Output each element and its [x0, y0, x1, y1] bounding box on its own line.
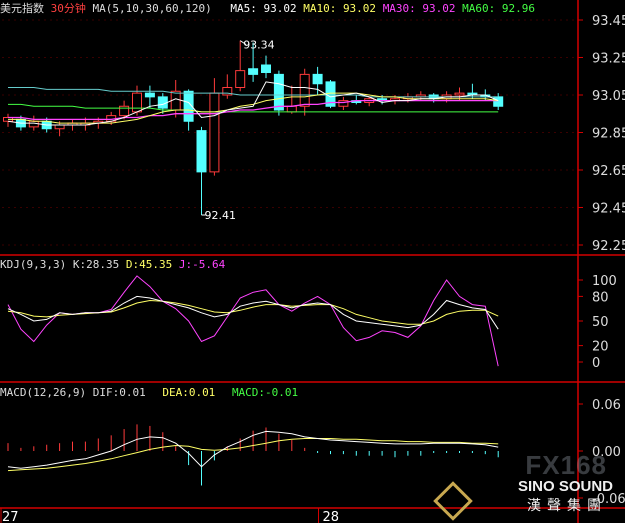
period-label[interactable]: 30分钟: [51, 2, 86, 15]
macd-tick-label: 0.06: [592, 398, 621, 413]
kdj-j-line: [7, 275, 499, 367]
candle-body: [196, 130, 207, 173]
ma30-value: MA30: 93.02: [382, 2, 456, 15]
candle-body: [273, 73, 284, 111]
kdj-d-line: [7, 299, 499, 325]
x-tick-label: 28: [323, 510, 340, 523]
kdj-label: KDJ(9,3,3): [0, 258, 67, 271]
low-annotation: 92.41: [205, 209, 237, 222]
price-tick-label: 92.65: [592, 164, 625, 179]
price-tick-label: 93.05: [592, 89, 625, 104]
ma30-line: [8, 99, 499, 121]
symbol-label: 美元指数: [0, 2, 44, 15]
kdj-j-value: J:-5.64: [178, 258, 226, 271]
candle-body: [54, 124, 65, 130]
high-annotation: 93.34: [243, 39, 275, 52]
candle-body: [286, 105, 297, 113]
ma5-line: [7, 81, 499, 126]
candle-body: [248, 68, 259, 75]
candle-body: [312, 73, 323, 85]
kdj-tick-label: 100: [592, 274, 617, 289]
x-tick-label: 27: [2, 510, 19, 523]
watermark-cn: 漢聲集團: [527, 498, 607, 514]
price-tick-label: 92.45: [592, 202, 625, 217]
price-tick-label: 92.25: [592, 239, 625, 254]
candle-body: [132, 92, 142, 113]
candle-body: [209, 92, 220, 173]
macd-hist-value: MACD:-0.01: [231, 386, 299, 399]
candle-body: [454, 92, 465, 96]
candle-body: [299, 73, 310, 107]
kdj-d-value: D:45.35: [125, 258, 173, 271]
kdj-k-line: [7, 295, 499, 330]
price-tick-label: 93.45: [592, 14, 625, 29]
macd-dif-value: DIF:0.01: [92, 386, 146, 399]
ma60-value: MA60: 92.96: [462, 2, 536, 15]
ma10-line: [8, 92, 499, 124]
candle-body: [493, 96, 504, 107]
kdj-k-value: K:28.35: [72, 258, 120, 271]
candle-body: [235, 70, 246, 88]
ma-label: MA(5,10,30,60,120): [92, 2, 212, 15]
watermark-fx: FX168: [525, 450, 607, 480]
macd-label: MACD(12,26,9): [0, 386, 87, 399]
kdj-tick-label: 20: [592, 340, 609, 355]
macd-dea-value: DEA:0.01: [162, 386, 216, 399]
kdj-tick-label: 50: [592, 315, 609, 330]
watermark-brand: SINO SOUND: [517, 478, 613, 495]
kdj-tick-label: 0: [592, 356, 600, 371]
price-tick-label: 93.25: [592, 52, 625, 67]
candle-body: [261, 64, 271, 73]
price-tick-label: 92.85: [592, 127, 625, 142]
ma5-value: MA5: 93.02: [230, 2, 297, 15]
ma10-value: MA10: 93.02: [303, 2, 377, 15]
candle-body: [144, 92, 155, 98]
kdj-tick-label: 80: [592, 290, 609, 305]
